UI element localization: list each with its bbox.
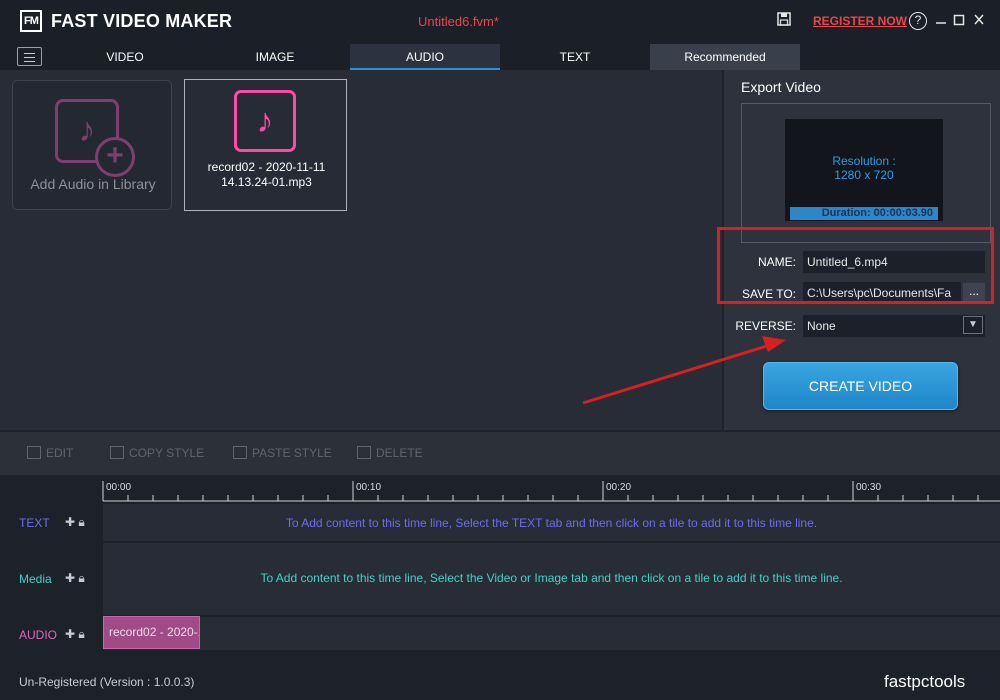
status-text: Un-Registered (Version : 1.0.0.3) <box>19 675 195 689</box>
lock-icon: 🔒︎ <box>78 627 85 641</box>
track-controls[interactable]: ✚ 🔒︎ <box>65 571 85 586</box>
copy-icon <box>110 446 124 459</box>
text-track[interactable]: To Add content to this time line, Select… <box>103 504 1000 541</box>
tick-label: 00:30 <box>856 482 882 493</box>
edit-toolbar: EDIT COPY STYLE PASTE STYLE DELETE <box>0 432 1000 475</box>
media-track[interactable]: To Add content to this time line, Select… <box>103 543 1000 615</box>
edit-button[interactable]: EDIT <box>27 446 73 460</box>
media-track-hint: To Add content to this time line, Select… <box>260 571 843 585</box>
paste-icon <box>233 446 247 459</box>
text-track-hint: To Add content to this time line, Select… <box>285 516 818 530</box>
lock-icon: 🔒︎ <box>78 571 85 585</box>
paste-style-button[interactable]: PASTE STYLE <box>233 446 332 460</box>
trash-icon <box>357 446 371 459</box>
timeline-ruler[interactable]: 00:00 00:10 00:20 00:30 <box>0 475 1000 502</box>
track-label-text: TEXT <box>19 516 50 530</box>
edit-icon <box>27 446 41 459</box>
tick-label: 00:20 <box>606 482 632 493</box>
track-controls[interactable]: ✚ 🔒︎ <box>65 515 85 530</box>
track-controls[interactable]: ✚ 🔒︎ <box>65 627 85 642</box>
lock-icon: 🔒︎ <box>78 515 85 529</box>
ruler-ticks <box>102 481 1000 502</box>
audio-clip[interactable]: record02 - 2020-11-11 <box>103 616 200 649</box>
status-bar: Un-Registered (Version : 1.0.0.3) fastpc… <box>0 663 1000 700</box>
track-label-media: Media <box>19 572 52 586</box>
track-label-audio: AUDIO <box>19 628 58 642</box>
copy-style-button[interactable]: COPY STYLE <box>110 446 204 460</box>
brand-logo: fastpctools <box>884 672 966 691</box>
delete-button[interactable]: DELETE <box>357 446 423 460</box>
tick-label: 00:00 <box>106 482 132 493</box>
tick-label: 00:10 <box>356 482 382 493</box>
audio-track[interactable] <box>103 617 1000 650</box>
